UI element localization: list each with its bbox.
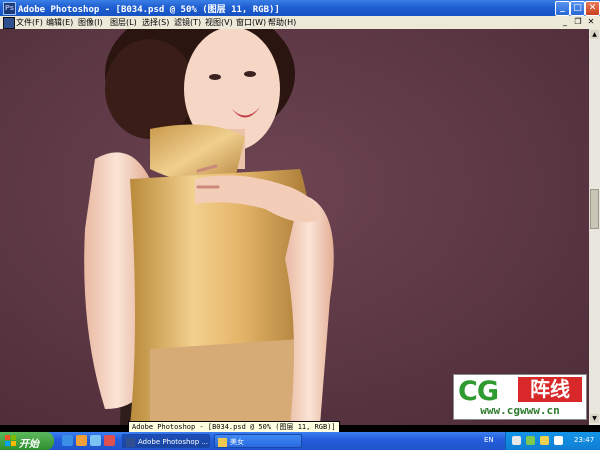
scroll-thumb[interactable] (590, 189, 599, 229)
task-photoshop[interactable]: Adobe Photoshop ... (122, 434, 210, 448)
task-label: Adobe Photoshop ... (138, 438, 209, 446)
menu-select[interactable]: 选择(S) (142, 17, 169, 28)
doc-minimize-button[interactable]: _ (560, 17, 570, 27)
vertical-scrollbar[interactable]: ▲ ▼ (589, 29, 600, 425)
system-tray: EN 23:47 (484, 432, 600, 450)
windows-logo-icon (5, 435, 16, 446)
close-button[interactable]: ✕ (585, 1, 600, 16)
menu-help[interactable]: 帮助(H) (268, 17, 296, 28)
quick-launch-icon[interactable] (104, 435, 115, 446)
document-canvas[interactable] (0, 29, 589, 425)
doc-restore-button[interactable]: ❐ (573, 17, 583, 27)
menu-window[interactable]: 窗口(W) (236, 17, 266, 28)
logo-cg-text: CG (458, 376, 499, 407)
logo-url-text: www.cgwww.cn (480, 404, 560, 417)
media-icon[interactable] (76, 435, 87, 446)
document-icon[interactable] (3, 17, 15, 29)
maximize-button[interactable]: □ (570, 1, 585, 16)
ie-icon[interactable] (62, 435, 73, 446)
network-icon[interactable] (526, 436, 535, 445)
task-label: 美女 (230, 438, 244, 446)
title-bar: Ps Adobe Photoshop - [B034.psd @ 50% (图层… (0, 0, 600, 16)
window-title: Adobe Photoshop - [B034.psd @ 50% (图层 11… (18, 5, 280, 15)
logo-zx-text: 阵线 (518, 377, 582, 402)
scroll-up-icon[interactable]: ▲ (590, 30, 599, 39)
photoshop-task-icon (126, 437, 135, 447)
menu-layer[interactable]: 图层(L) (110, 17, 137, 28)
scroll-down-icon[interactable]: ▼ (590, 414, 599, 423)
folder-icon (218, 437, 227, 447)
minimize-button[interactable]: _ (555, 1, 570, 16)
menu-view[interactable]: 视图(V) (205, 17, 233, 28)
clock: 23:47 (574, 436, 595, 444)
language-indicator[interactable]: EN (484, 436, 494, 444)
photoshop-app-icon[interactable]: Ps (3, 2, 16, 15)
tray-app-icon[interactable] (512, 436, 521, 445)
volume-icon[interactable] (540, 436, 549, 445)
illustration-image (0, 29, 589, 425)
start-label: 开始 (19, 439, 39, 450)
menu-filter[interactable]: 滤镜(T) (174, 17, 201, 28)
menu-image[interactable]: 图像(I) (78, 17, 103, 28)
tray-extra-icon[interactable] (554, 436, 563, 445)
task-folder[interactable]: 美女 (214, 434, 302, 448)
cg-logo: CG 阵线 www.cgwww.cn (453, 374, 587, 420)
menu-file[interactable]: 文件(F) (16, 17, 43, 28)
doc-close-button[interactable]: ✕ (586, 17, 596, 27)
taskbar: 开始 Adobe Photoshop ... 美女 EN 23:47 (0, 432, 600, 450)
start-button[interactable]: 开始 (0, 432, 54, 450)
menu-edit[interactable]: 编辑(E) (46, 17, 73, 28)
desktop-icon[interactable] (90, 435, 101, 446)
menu-bar: 文件(F) 编辑(E) 图像(I) 图层(L) 选择(S) 滤镜(T) 视图(V… (0, 16, 600, 30)
